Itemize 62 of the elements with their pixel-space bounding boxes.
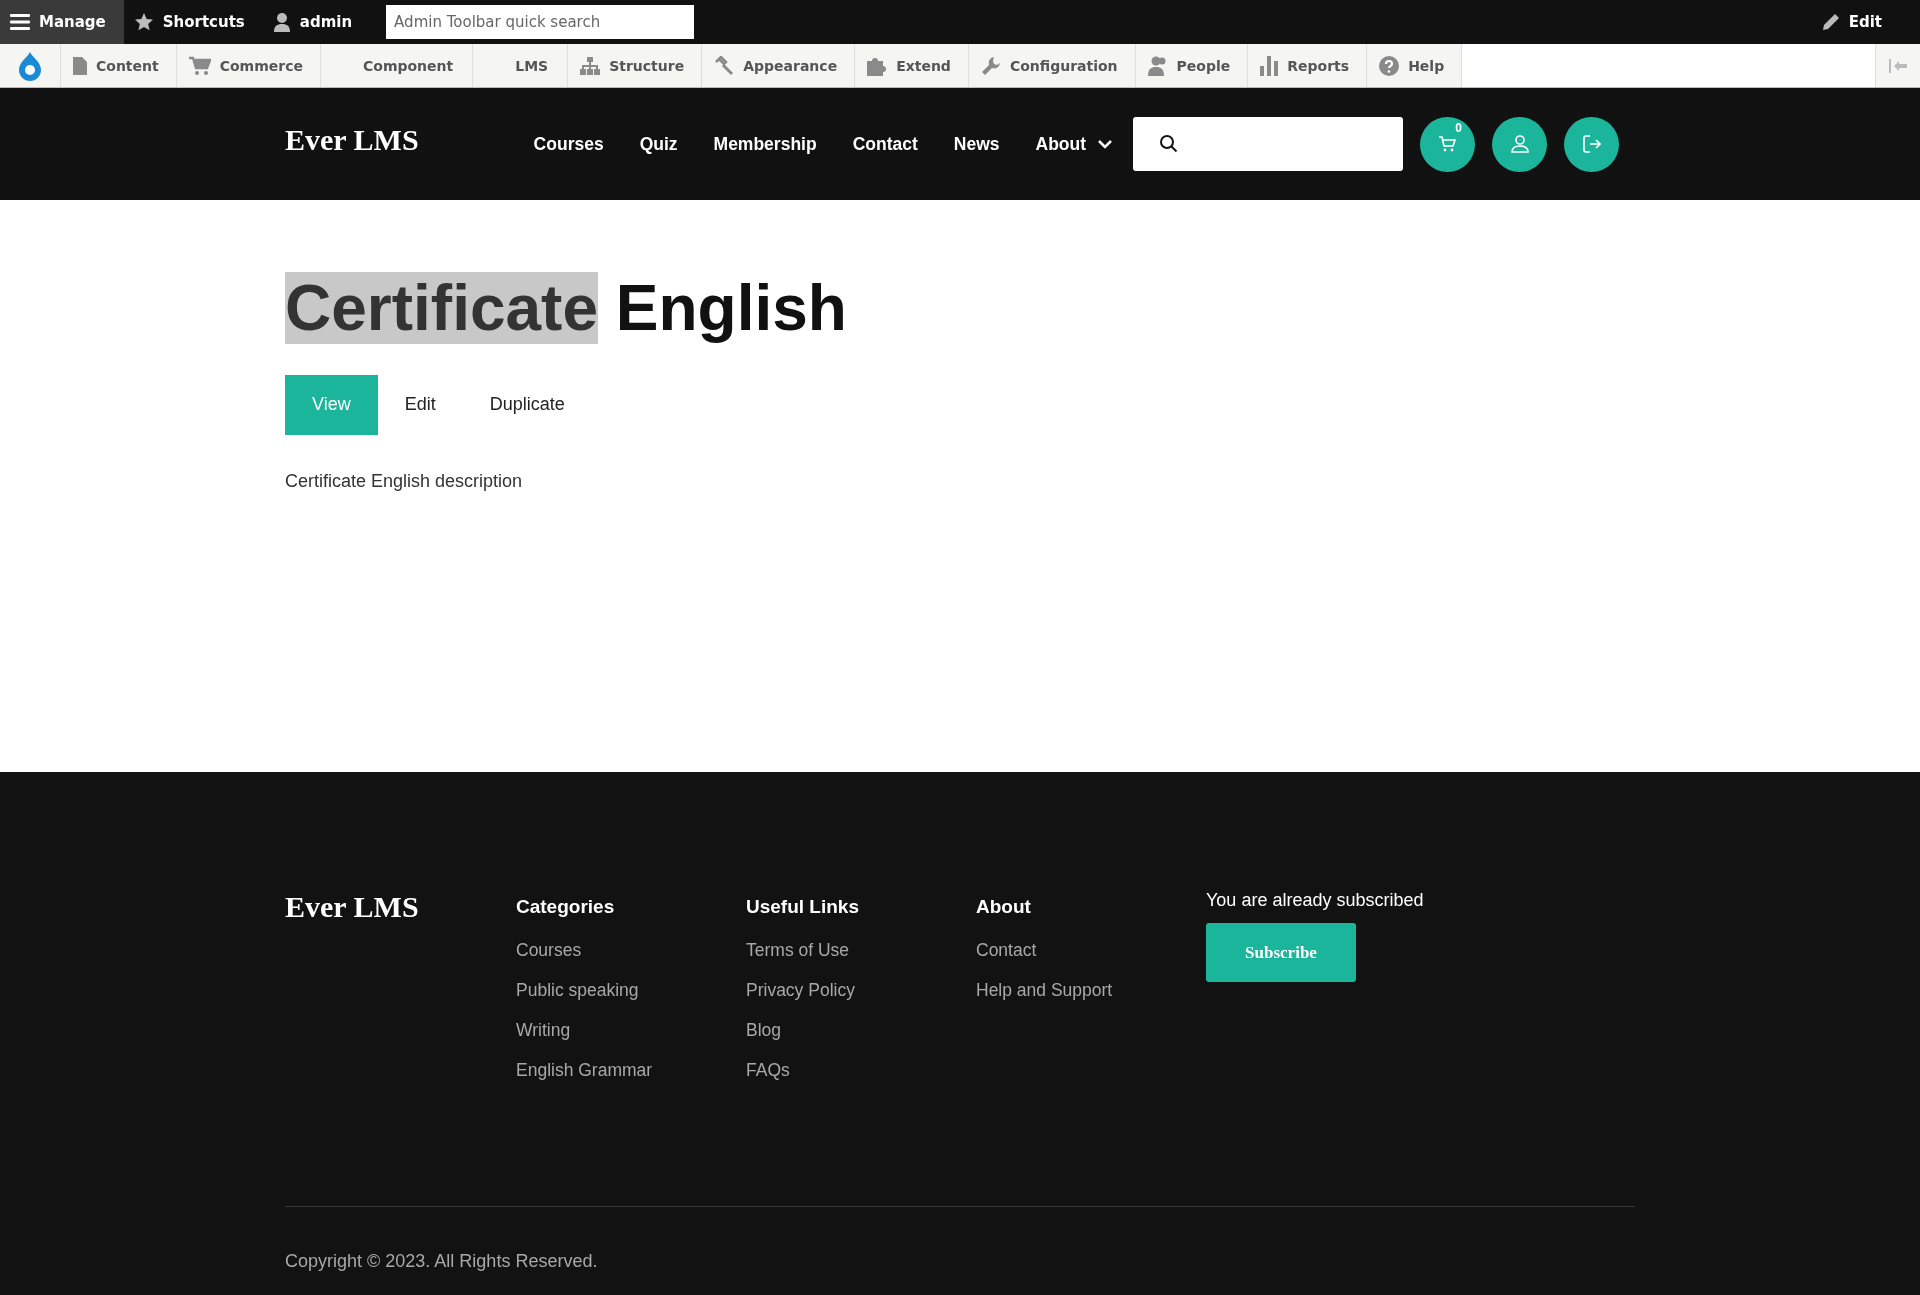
hammer-icon: [714, 55, 735, 76]
people-icon: [1147, 55, 1168, 76]
menu-icon: [10, 13, 30, 31]
user-icon: [1510, 135, 1529, 153]
toolbar-item[interactable]: Commerce: [176, 44, 321, 87]
copyright-text: Copyright © 2023. All Rights Reserved.: [285, 1251, 599, 1272]
footer-heading: About: [976, 896, 1032, 918]
admin-menu-item[interactable]: admin: [262, 0, 371, 44]
toolbar-item[interactable]: Configuration: [968, 44, 1136, 87]
help-icon: [1379, 55, 1400, 76]
toolbar-item[interactable]: LMS: [473, 44, 569, 87]
footer-link[interactable]: Help and Support: [976, 980, 1113, 1000]
nav-link[interactable]: About: [1035, 133, 1113, 155]
edit-button[interactable]: Edit: [1811, 0, 1900, 44]
tab[interactable]: Edit: [377, 374, 463, 435]
subscribed-note: You are already subscribed: [1206, 890, 1425, 911]
logout-icon: [1582, 135, 1601, 153]
footer-heading: Useful Links: [746, 896, 860, 918]
footer-link[interactable]: FAQs: [746, 1060, 790, 1080]
puzzle-icon: [867, 55, 888, 76]
footer-link[interactable]: Writing: [516, 1020, 571, 1040]
footer-link[interactable]: Blog: [746, 1020, 782, 1040]
toolbar-item[interactable]: Reports: [1248, 44, 1368, 87]
admin-menu-item[interactable]: Shortcuts: [123, 0, 263, 44]
nav-link[interactable]: Membership: [713, 133, 817, 155]
nav-link[interactable]: Quiz: [639, 133, 678, 155]
sitemap-icon: [580, 56, 601, 75]
user-icon: [272, 12, 291, 32]
bar-chart-icon: [1260, 55, 1279, 76]
admin-menu-item[interactable]: Manage: [0, 0, 124, 44]
toolbar-item[interactable]: Structure: [568, 44, 703, 87]
footer-link[interactable]: English Grammar: [516, 1060, 653, 1080]
cart-icon: [188, 55, 211, 76]
toolbar-item[interactable]: Extend: [855, 44, 969, 87]
search-icon: [1159, 134, 1180, 154]
search-field[interactable]: [1133, 117, 1404, 171]
toolbar-item[interactable]: Content: [61, 44, 177, 87]
pencil-icon: [1821, 13, 1840, 31]
drop-logo-icon[interactable]: [18, 50, 42, 81]
cart-icon: [1437, 135, 1458, 153]
footer-link[interactable]: Privacy Policy: [746, 980, 855, 1000]
toolbar-item[interactable]: Appearance: [702, 44, 856, 87]
search-field[interactable]: Admin Toolbar quick search: [386, 5, 695, 39]
footer-link[interactable]: Courses: [516, 940, 582, 960]
toolbar-item[interactable]: People: [1135, 44, 1249, 87]
wrench-icon: [980, 55, 1001, 76]
nav-link[interactable]: Contact: [852, 133, 918, 155]
footer-link[interactable]: Contact: [976, 940, 1037, 960]
document-icon: [73, 56, 87, 75]
nav-link[interactable]: Courses: [533, 133, 604, 155]
toolbar-item[interactable]: Component: [321, 44, 474, 87]
description-text: Certificate English description: [285, 470, 524, 492]
footer-link[interactable]: Public speaking: [516, 980, 639, 1000]
cart-count: 0: [1455, 120, 1463, 135]
star-icon: [133, 12, 154, 32]
chevron-down-icon: [1098, 139, 1113, 149]
tab[interactable]: Duplicate: [462, 374, 592, 435]
footer-logo[interactable]: Ever LMS: [285, 890, 419, 923]
nav-link[interactable]: News: [953, 133, 1000, 155]
footer-heading: Categories: [516, 896, 616, 918]
site-logo[interactable]: Ever LMS: [285, 123, 419, 157]
footer-link[interactable]: Terms of Use: [746, 940, 850, 960]
